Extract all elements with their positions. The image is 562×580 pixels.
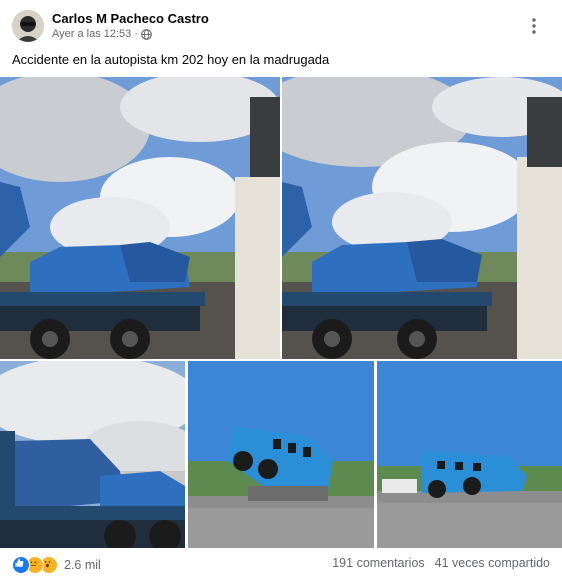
post-caption: Accidente en la autopista km 202 hoy en …: [12, 52, 330, 67]
photo-4[interactable]: [188, 361, 374, 548]
photo-truck-wreck-1: [0, 77, 280, 359]
photo-2[interactable]: [282, 77, 562, 359]
photo-3[interactable]: [0, 361, 185, 548]
post-meta: Ayer a las 12:53 ·: [52, 28, 152, 40]
reaction-count[interactable]: 2.6 mil: [64, 558, 101, 572]
photo-cab-wreck: [0, 361, 185, 548]
post-timestamp[interactable]: Ayer a las 12:53: [52, 28, 131, 40]
reactions-summary[interactable]: 2.6 mil: [12, 556, 101, 574]
photo-5[interactable]: [377, 361, 562, 548]
avatar[interactable]: [12, 10, 44, 42]
photo-truck-wreck-2: [282, 77, 562, 359]
globe-icon: [141, 28, 152, 40]
shares-count[interactable]: 41 veces compartido: [435, 556, 550, 570]
author-name[interactable]: Carlos M Pacheco Castro: [52, 11, 209, 26]
post-stats: 191 comentarios 41 veces compartido: [332, 556, 550, 570]
more-options-icon[interactable]: [524, 16, 544, 36]
photo-bus-overturned-1: [188, 361, 374, 548]
meta-separator: ·: [134, 28, 138, 40]
photo-1[interactable]: [0, 77, 280, 359]
avatar-image: [12, 10, 44, 42]
like-icon: [12, 556, 30, 574]
post-footer: 2.6 mil 191 comentarios 41 veces compart…: [0, 552, 562, 580]
post-header: Carlos M Pacheco Castro Ayer a las 12:53…: [0, 0, 562, 48]
comments-count[interactable]: 191 comentarios: [332, 556, 424, 570]
photo-bus-overturned-2: [377, 361, 562, 548]
